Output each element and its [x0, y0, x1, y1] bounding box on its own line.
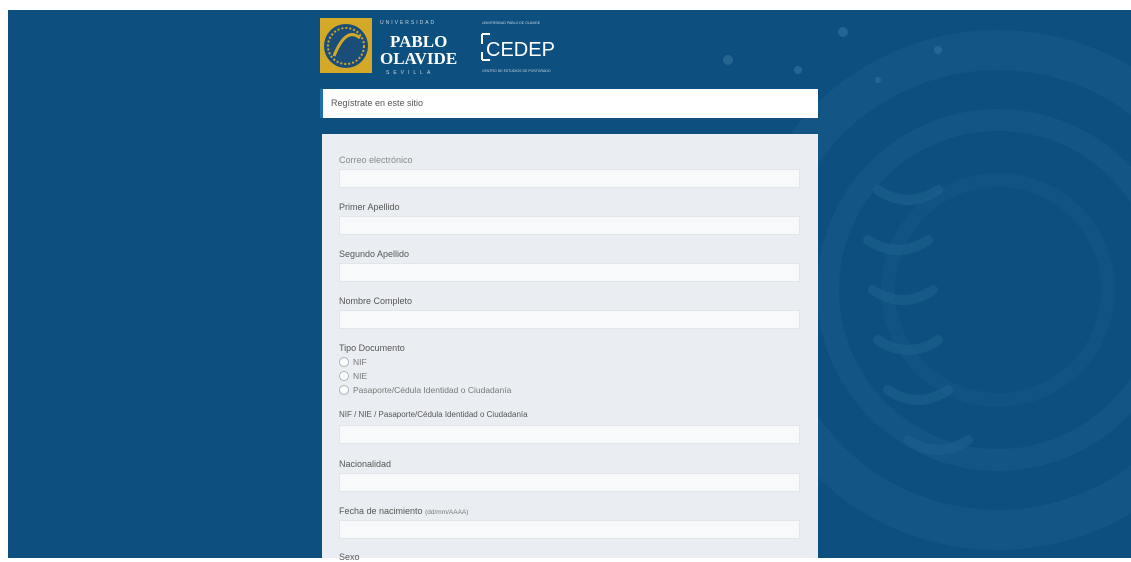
full-name-label: Nombre Completo [339, 296, 413, 306]
cedep-name: CEDEP [486, 39, 555, 61]
cedep-top-text: UNIVERSIDAD PABLO DE OLAVIDE [482, 21, 541, 25]
nationality-field[interactable] [339, 473, 800, 492]
email-field[interactable] [339, 169, 800, 188]
doc-option-label: Pasaporte/Cédula Identidad o Ciudadanía [353, 385, 512, 395]
doc-option-nif[interactable]: NIF [339, 357, 367, 367]
first-surname-label: Primer Apellido [339, 202, 400, 212]
second-surname-field[interactable] [339, 263, 800, 282]
university-name-line2: OLAVIDE [380, 49, 457, 68]
header-logos: UNIVERSIDAD PABLO OLAVIDE SEVILLA UNIVER… [320, 16, 580, 76]
doc-option-label: NIF [353, 357, 367, 367]
register-bar[interactable]: Regístrate en este sitio [320, 89, 818, 118]
university-top-text: UNIVERSIDAD [380, 20, 436, 26]
sex-label: Sexo [339, 552, 360, 562]
doc-option-label: NIE [353, 371, 368, 381]
doc-type-label: Tipo Documento [339, 343, 405, 353]
full-name-field[interactable] [339, 310, 800, 329]
radio-icon[interactable] [339, 357, 349, 367]
university-city-text: SEVILLA [386, 70, 434, 76]
birthdate-label-text: Fecha de nacimiento [339, 506, 423, 516]
nationality-label: Nacionalidad [339, 459, 392, 469]
doc-option-passport[interactable]: Pasaporte/Cédula Identidad o Ciudadanía [339, 385, 511, 395]
first-surname-field[interactable] [339, 216, 800, 235]
register-bar-label: Regístrate en este sitio [331, 98, 424, 108]
birthdate-label: Fecha de nacimiento (dd/mm/AAAA) [339, 506, 468, 516]
radio-icon[interactable] [339, 385, 349, 395]
birthdate-hint: (dd/mm/AAAA) [425, 509, 469, 516]
cedep-sub-text: CENTRO DE ESTUDIOS DE POSTGRADO [482, 69, 551, 73]
birthdate-field[interactable] [339, 520, 800, 539]
registration-form: Correo electrónico Primer Apellido Segun… [322, 134, 818, 562]
email-label: Correo electrónico [339, 155, 413, 165]
university-logo: UNIVERSIDAD PABLO OLAVIDE SEVILLA UNIVER… [320, 18, 555, 76]
doc-number-field[interactable] [339, 425, 800, 444]
second-surname-label: Segundo Apellido [339, 249, 410, 259]
doc-number-label: NIF / NIE / Pasaporte/Cédula Identidad o… [339, 410, 528, 419]
radio-icon[interactable] [339, 371, 349, 381]
doc-option-nie[interactable]: NIE [339, 371, 367, 381]
